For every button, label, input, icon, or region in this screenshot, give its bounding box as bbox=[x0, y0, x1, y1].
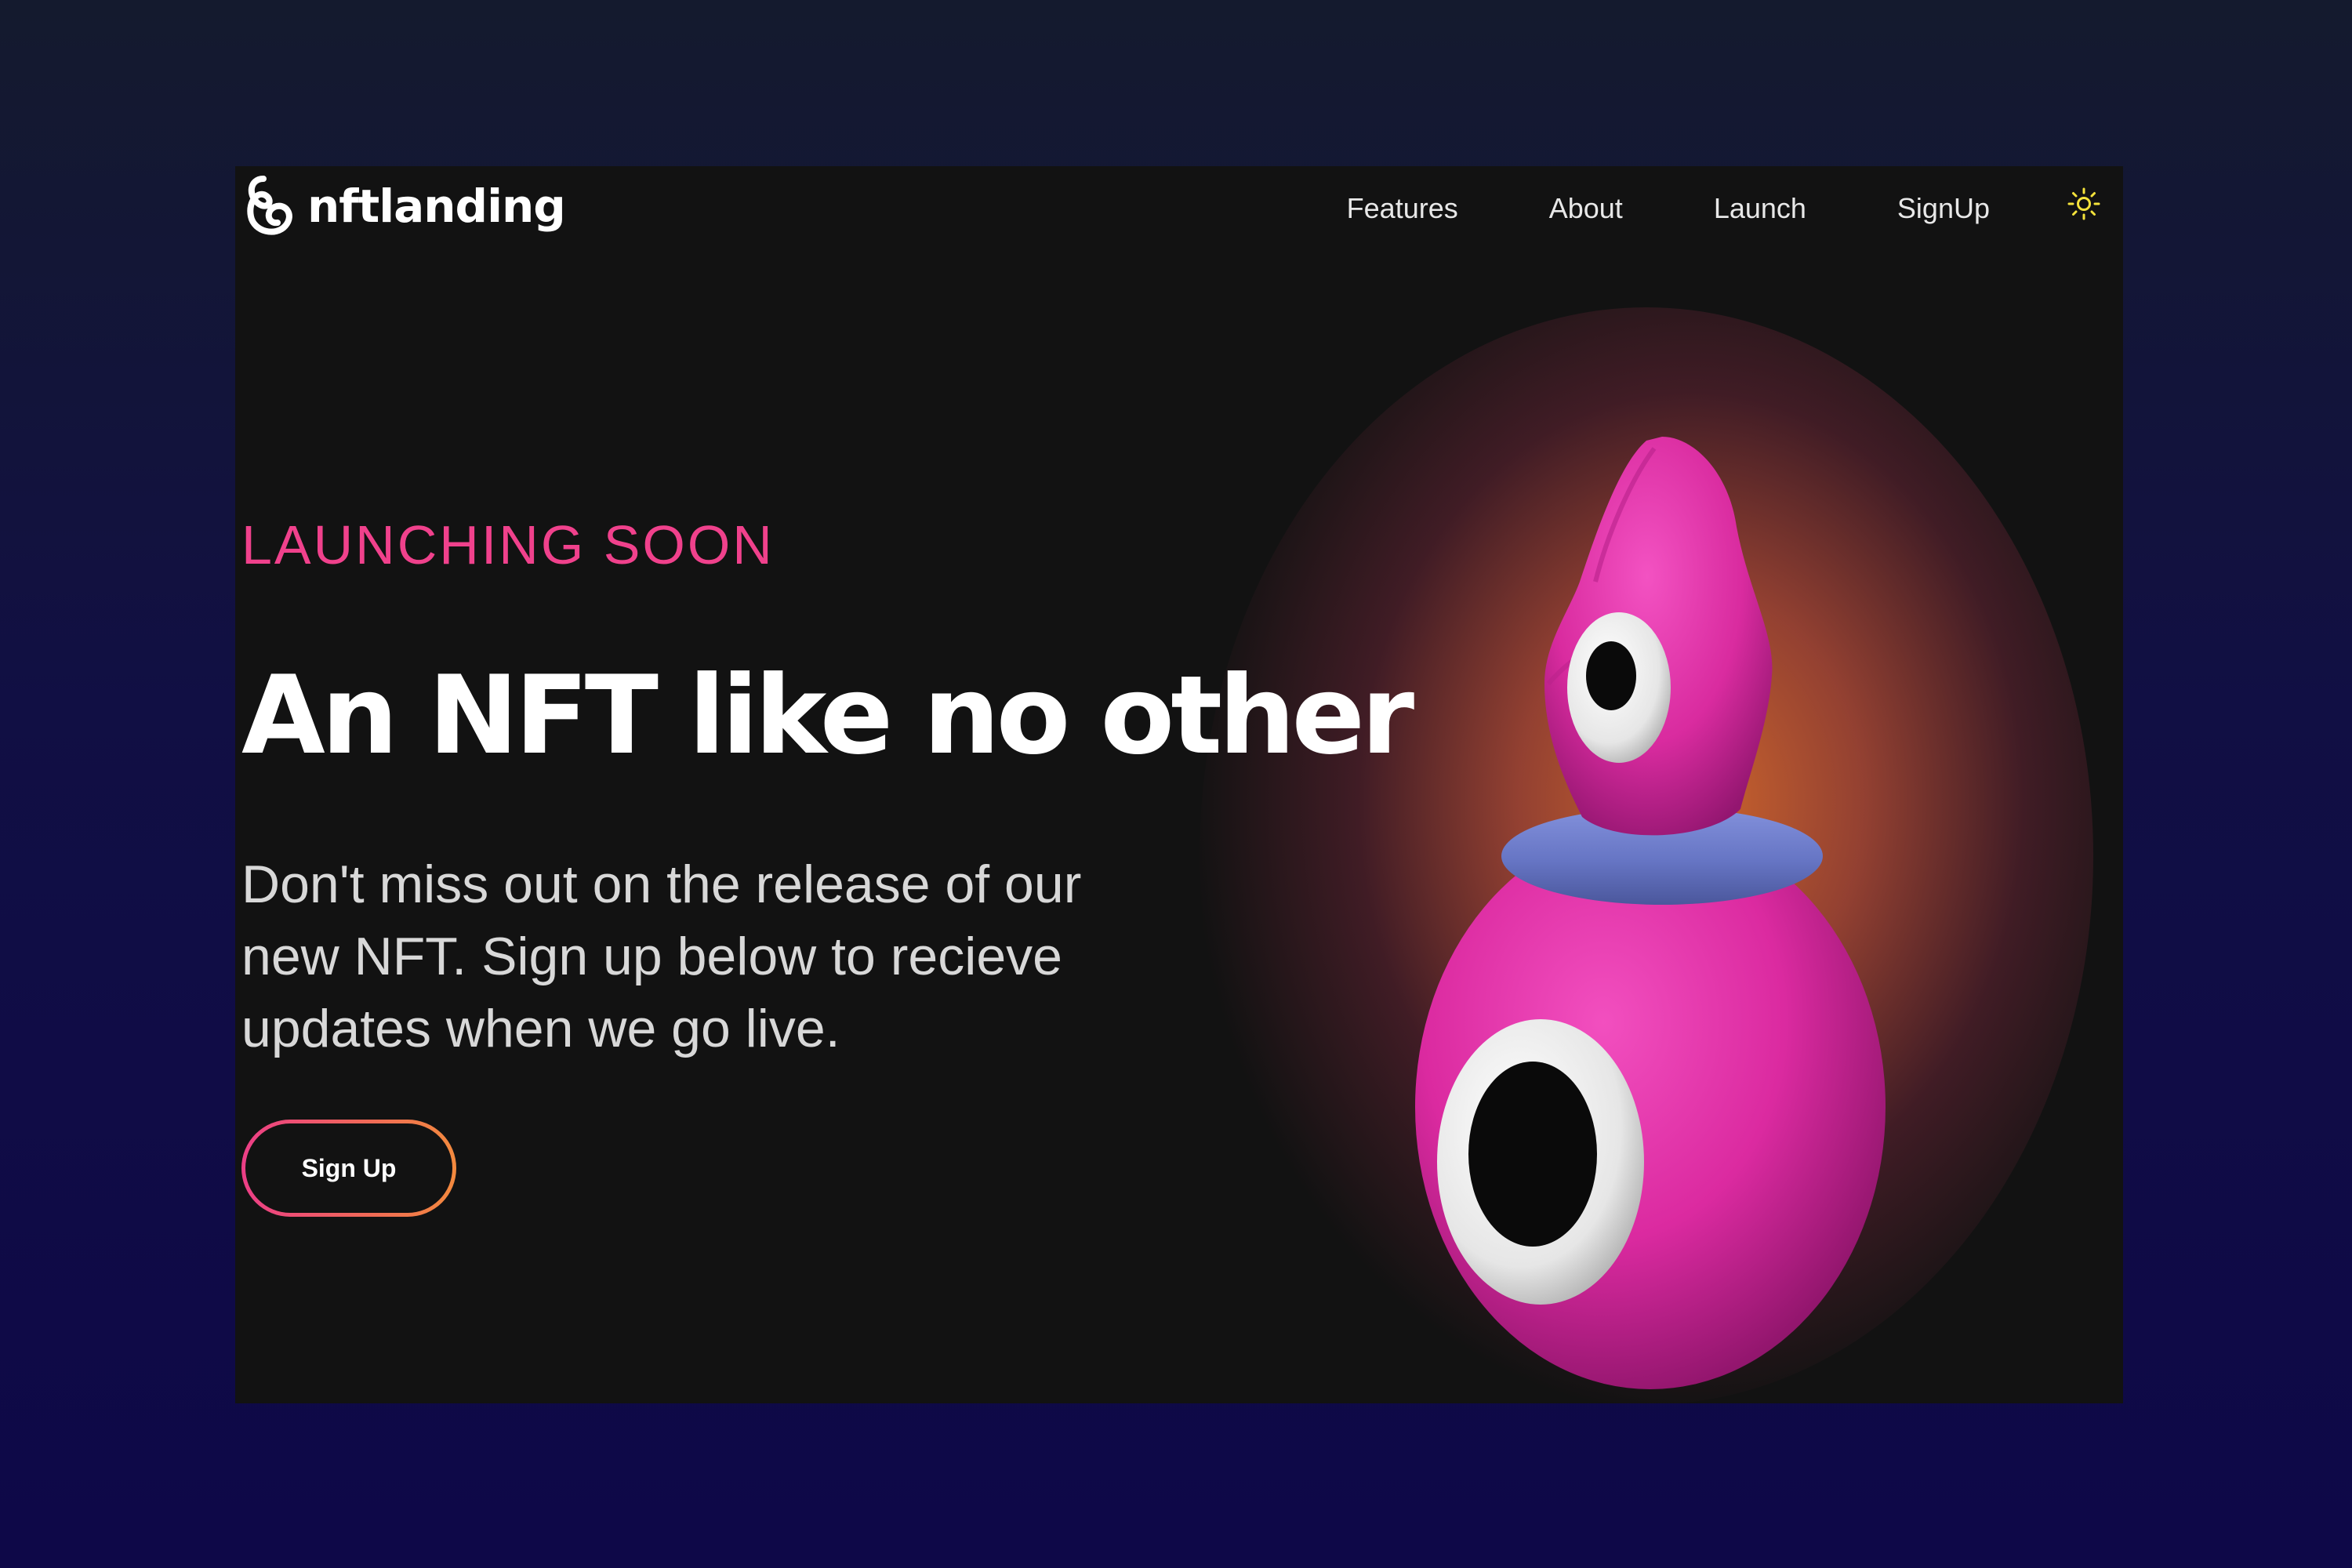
nav-links: Features About Launch SignUp bbox=[1347, 194, 1990, 223]
swirl-logo-icon bbox=[241, 172, 296, 240]
brand-logo[interactable]: nftlanding bbox=[241, 172, 566, 240]
brand-name: nftlanding bbox=[307, 180, 566, 233]
hero-title: An NFT like no other bbox=[241, 652, 1414, 779]
sign-up-button[interactable]: Sign Up bbox=[241, 1120, 456, 1217]
nav-link-signup[interactable]: SignUp bbox=[1897, 194, 1990, 223]
sun-icon[interactable] bbox=[2067, 187, 2101, 221]
sign-up-button-label: Sign Up bbox=[245, 1123, 452, 1213]
hero-description: Don't miss out on the release of our new… bbox=[241, 855, 1082, 1058]
landing-page-card: nftlanding Features About Launch SignUp bbox=[235, 166, 2123, 1403]
nav-link-features[interactable]: Features bbox=[1347, 194, 1458, 223]
pink-cyclops-nft-character bbox=[1380, 417, 1913, 1397]
launching-soon-label: LAUNCHING SOON bbox=[241, 514, 775, 575]
nav-link-about[interactable]: About bbox=[1549, 194, 1623, 223]
nav-link-launch[interactable]: Launch bbox=[1714, 194, 1806, 223]
top-navigation: nftlanding Features About Launch SignUp bbox=[235, 166, 2123, 252]
